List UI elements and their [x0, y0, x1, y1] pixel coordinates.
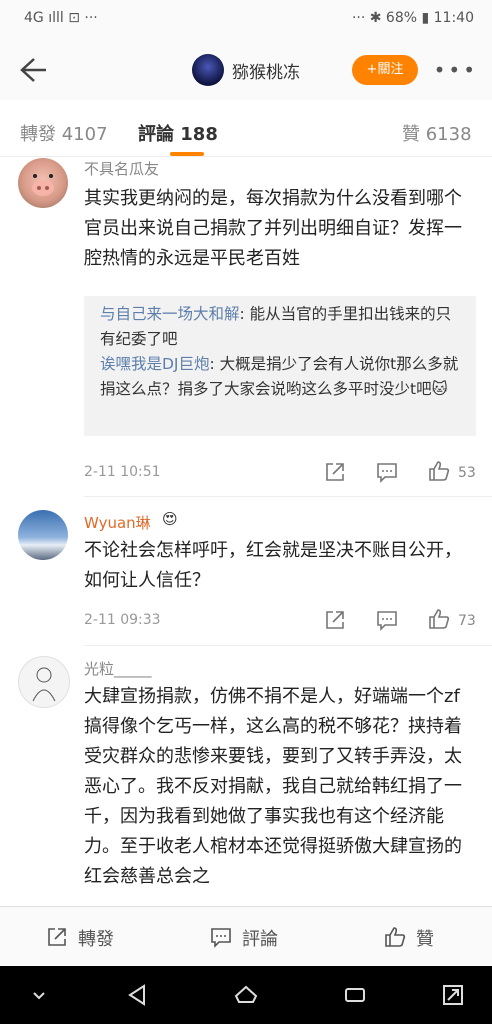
reply-box[interactable]: 与自己来一场大和解: 能从当官的手里扣出钱来的只有纪委了吧 诶嘿我是DJ巨炮: …	[84, 296, 476, 436]
pig-avatar-icon	[32, 174, 54, 196]
status-left: 4G ılll ⊡ ···	[24, 10, 98, 26]
comment-username[interactable]: Wyuan琳	[84, 512, 151, 533]
comment-icon[interactable]	[376, 461, 398, 483]
follow-button[interactable]: +關注	[352, 55, 418, 85]
like-button[interactable]: 贊	[416, 925, 434, 951]
status-bar: 4G ılll ⊡ ··· ··· ✱ 68% ▮ 11:40	[0, 0, 492, 40]
avatar[interactable]	[18, 158, 68, 208]
bottom-action-bar: 轉發 評論 贊	[0, 906, 492, 967]
avatar[interactable]	[18, 656, 70, 708]
tab-bar: 轉發 4107 評論 188 贊 6138	[0, 100, 492, 157]
back-arrow-icon[interactable]	[12, 52, 48, 88]
share-icon[interactable]	[324, 461, 346, 483]
repost-icon[interactable]	[46, 926, 68, 948]
comment-text: 不论社会怎样呼吁，红会就是坚决不账目公开，如何让人信任？	[84, 540, 462, 591]
like-icon[interactable]	[428, 608, 450, 630]
tab-comments[interactable]: 評論 188	[138, 120, 218, 146]
comment-text: 其实我更纳闷的是，每次捐款为什么没看到哪个官员出来说自己捐款了并列出明细自证？发…	[84, 188, 462, 269]
expand-icon[interactable]	[440, 982, 466, 1008]
user-badge-icon: 😍	[162, 510, 178, 528]
like-count: 73	[458, 613, 476, 629]
tab-likes[interactable]: 贊 6138	[402, 120, 472, 146]
comment-button[interactable]: 評論	[242, 925, 278, 951]
reply-item: 与自己来一场大和解: 能从当官的手里扣出钱来的只有纪委了吧	[100, 302, 460, 352]
comment-icon[interactable]	[210, 926, 232, 948]
comment-username[interactable]: 光粒_____	[84, 658, 152, 679]
more-icon[interactable]: •••	[434, 58, 478, 82]
reply-item: 诶嘿我是DJ巨炮: 大概是捐少了会有人说你t那么多就捐这么点？捐多了大家会说哟这…	[100, 352, 460, 402]
repost-button[interactable]: 轉發	[78, 925, 114, 951]
author-avatar[interactable]	[192, 54, 224, 86]
active-tab-indicator	[170, 152, 204, 156]
chevron-down-icon[interactable]	[26, 982, 52, 1008]
comment-text: 大肆宣扬捐款，仿佛不捐不是人，好端端一个zf搞得像个乞丐一样，这么高的税不够花？…	[84, 686, 462, 887]
back-triangle-icon[interactable]	[124, 982, 150, 1008]
comment-username[interactable]: 不具名瓜友	[84, 158, 159, 179]
avatar[interactable]	[18, 510, 68, 560]
top-nav: 猕猴桃冻 +關注 •••	[0, 40, 492, 100]
like-icon[interactable]	[384, 926, 406, 948]
home-icon[interactable]	[233, 982, 259, 1008]
like-icon[interactable]	[428, 460, 450, 482]
like-count: 53	[458, 465, 476, 481]
comment-time: 2-11 09:33	[84, 612, 161, 628]
share-icon[interactable]	[324, 609, 346, 631]
reply-username[interactable]: 与自己来一场大和解	[100, 305, 240, 323]
status-right: ··· ✱ 68% ▮ 11:40	[351, 10, 474, 26]
recents-icon[interactable]	[342, 982, 368, 1008]
sketch-avatar-icon	[32, 667, 56, 702]
system-nav-bar	[0, 966, 492, 1024]
reply-username[interactable]: 诶嘿我是DJ巨炮	[100, 355, 210, 373]
divider	[84, 645, 492, 646]
divider	[84, 496, 492, 497]
comment-time: 2-11 10:51	[84, 464, 161, 480]
comment-icon[interactable]	[376, 609, 398, 631]
page-title: 猕猴桃冻	[232, 63, 300, 83]
tab-reposts[interactable]: 轉發 4107	[20, 120, 108, 146]
